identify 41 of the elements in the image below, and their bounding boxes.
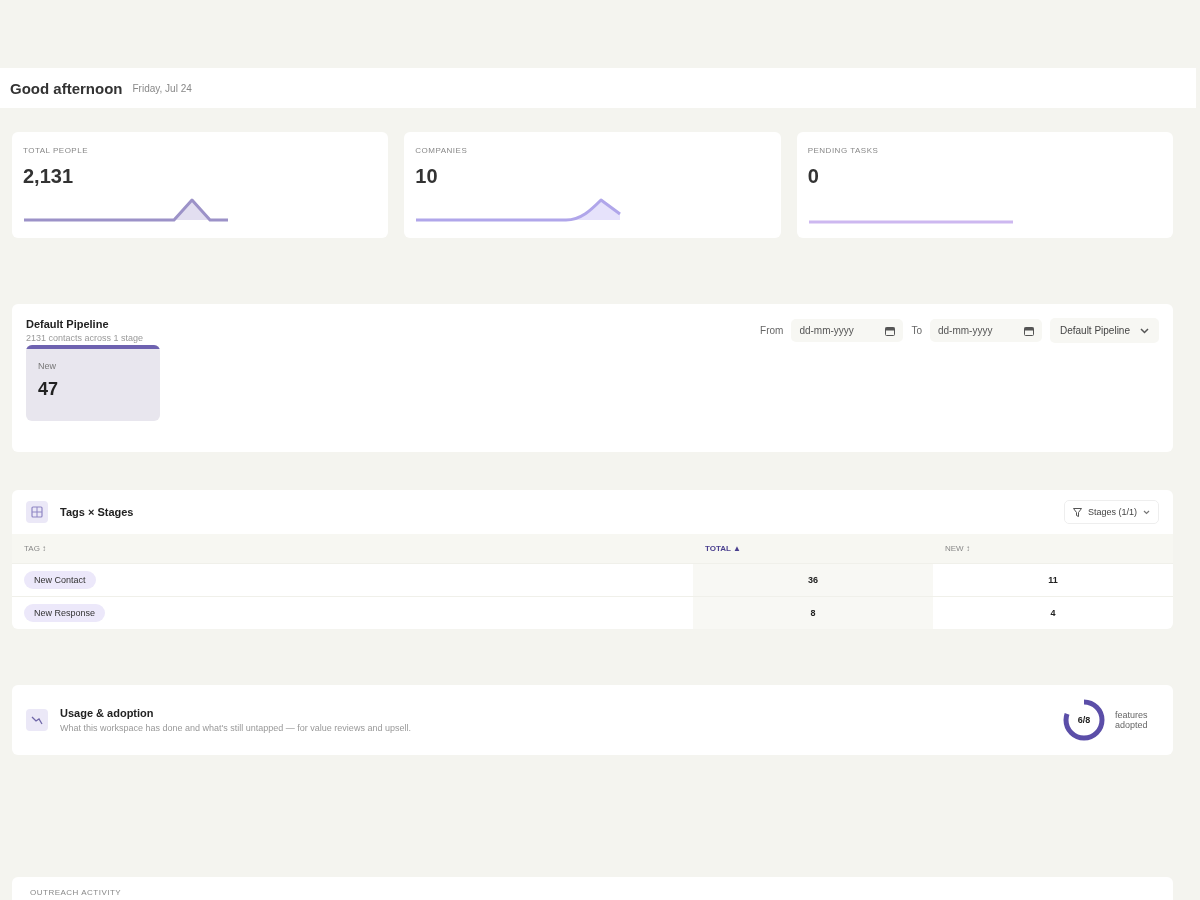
table-cell: 4 — [933, 596, 1173, 629]
table-cell: 8 — [693, 596, 933, 629]
column-header[interactable]: TAG ↕ — [12, 534, 693, 564]
section-subtitle: What this workspace has done and what's still untapped — for value reviews and upsell. — [60, 723, 411, 733]
date-field[interactable]: dd-mm-yyyy — [791, 319, 904, 342]
stat-value: 2,131 — [23, 165, 75, 188]
to-label: To — [911, 325, 922, 336]
stat-value: 0 — [807, 165, 820, 188]
column-header[interactable]: TOTAL ▲ — [693, 534, 933, 564]
adoption-caption: features adopted — [1115, 710, 1149, 730]
pipeline-subtitle: 2131 contacts across 1 stage — [26, 333, 144, 343]
stat-label: PENDING TASKS — [807, 146, 880, 155]
column-header[interactable]: NEW ↕ — [933, 534, 1173, 564]
chevron-down-icon — [1143, 509, 1150, 515]
chart-icon — [26, 709, 48, 731]
stat-value: 10 — [415, 165, 439, 188]
grid-icon — [26, 501, 48, 523]
date-label: Friday, Jul 24 — [132, 82, 192, 94]
calendar-icon[interactable] — [885, 326, 896, 336]
table-cell: 11 — [933, 563, 1173, 597]
date-field[interactable]: dd-mm-yyyy — [929, 319, 1042, 342]
stat-label: TOTAL PEOPLE — [23, 146, 89, 155]
table-cell: 36 — [693, 563, 933, 597]
ratio-label: 6/8 — [1076, 715, 1092, 725]
stat-label: COMPANIES — [415, 146, 469, 155]
pipeline-title: Default Pipeline — [26, 318, 110, 330]
calendar-icon[interactable] — [1023, 326, 1034, 336]
tag-chip[interactable]: New Response — [24, 604, 106, 622]
stage-card[interactable]: New 47 — [26, 345, 160, 421]
section-title: Tags × Stages — [60, 506, 134, 518]
tag-chip[interactable]: New Contact — [24, 571, 96, 589]
stage-name: New — [38, 361, 57, 371]
chevron-down-icon — [1140, 327, 1149, 334]
filter-icon — [1072, 507, 1082, 517]
greeting-title: Good afternoon — [10, 79, 123, 97]
pipeline-select[interactable]: Default Pipeline — [1049, 318, 1159, 343]
stage-count: 47 — [38, 379, 60, 400]
card-label: OUTREACH ACTIVITY — [30, 888, 122, 897]
section-title: Usage & adoption — [60, 707, 155, 719]
stages-filter-button[interactable]: Stages (1/1) — [1063, 500, 1159, 524]
from-label: From — [760, 325, 784, 336]
